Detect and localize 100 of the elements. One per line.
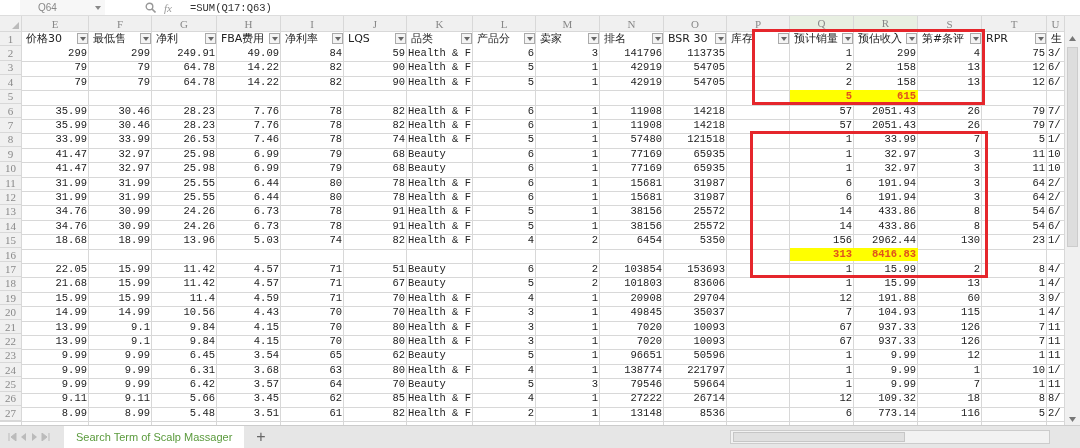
column-letter[interactable]: G <box>152 16 217 32</box>
table-cell-text: 4/ <box>1047 305 1062 320</box>
column-header: 排名 <box>604 32 626 47</box>
table-cell-text: 2/ <box>1047 190 1062 205</box>
column-header: 品类 <box>411 32 433 47</box>
caret-icon <box>654 36 661 41</box>
table-cell-text: 49845 <box>629 305 663 320</box>
row-number[interactable]: 1 <box>0 32 22 47</box>
column-letter[interactable]: I <box>281 16 344 32</box>
table-cell-text: 27222 <box>629 391 663 407</box>
filter-dropdown-button[interactable] <box>461 33 472 45</box>
column-header: RPR <box>986 32 1008 46</box>
vertical-scrollbar[interactable] <box>1065 16 1080 426</box>
table-cell-text: 1 <box>844 46 853 61</box>
table-cell-text: 49.09 <box>246 46 280 61</box>
filter-dropdown-button[interactable] <box>332 33 343 45</box>
table-cell-text: 26 <box>966 118 981 133</box>
row-number[interactable]: 2 <box>0 46 22 61</box>
sheet-tab[interactable]: Search Term of Scalp Massager <box>64 426 245 448</box>
table-cell-text: 1 <box>844 132 853 148</box>
scrollbar-thumb[interactable] <box>1067 47 1078 247</box>
row-number[interactable]: 15 <box>0 233 22 248</box>
row-number[interactable]: 4 <box>0 75 22 90</box>
column-letter[interactable]: F <box>89 16 152 32</box>
row-number[interactable]: 17 <box>0 262 22 277</box>
filter-dropdown-button[interactable] <box>1035 33 1046 45</box>
table-cell-text: 7/ <box>1047 118 1062 133</box>
arrow-down-icon[interactable] <box>1069 417 1076 422</box>
filter-dropdown-button[interactable] <box>205 33 216 45</box>
function-button[interactable]: fx <box>164 1 172 14</box>
table-cell-text: Beauty <box>407 348 447 363</box>
filter-dropdown-button[interactable] <box>140 33 151 45</box>
table-cell-text: 62 <box>391 348 406 363</box>
column-header: 第#条评 <box>922 32 965 47</box>
column-letter[interactable]: U <box>1047 16 1065 32</box>
filter-dropdown-button[interactable] <box>970 33 981 45</box>
formula-field[interactable]: =SUM(Q17:Q63) <box>189 1 272 14</box>
column-letter[interactable]: P <box>727 16 790 32</box>
filter-dropdown-button[interactable] <box>588 33 599 45</box>
search-icon[interactable] <box>145 2 156 13</box>
table-cell-text: 12 <box>838 291 853 306</box>
horizontal-scrollbar[interactable] <box>730 430 1050 444</box>
table-cell-text: 13.99 <box>54 334 88 349</box>
table-cell-text: 5 <box>1037 132 1046 148</box>
table-cell-text: 1/ <box>1047 233 1062 248</box>
column-letter[interactable]: H <box>217 16 281 32</box>
table-cell-text: 14218 <box>692 118 726 133</box>
table-cell-text: 2 <box>526 406 535 421</box>
filter-dropdown-button[interactable] <box>906 33 917 45</box>
column-letter[interactable]: E <box>22 16 89 32</box>
table-cell-text: 141796 <box>623 46 663 61</box>
table-cell-text: 15681 <box>629 175 663 191</box>
column-header: 净利 <box>156 32 178 47</box>
table-cell-text: 1 <box>590 60 599 76</box>
row-number[interactable]: 20 <box>0 305 22 320</box>
filter-dropdown-button[interactable] <box>395 33 406 45</box>
row-number[interactable]: 22 <box>0 334 22 349</box>
column-letter[interactable]: L <box>473 16 536 32</box>
row-number[interactable]: 14 <box>0 219 22 234</box>
filter-dropdown-button[interactable] <box>842 33 853 45</box>
table-cell-text: 15.99 <box>54 291 88 306</box>
column-letter[interactable]: K <box>407 16 473 32</box>
column-letter[interactable]: O <box>664 16 727 32</box>
table-cell-text: 191.88 <box>877 291 917 306</box>
table-cell-text: 1 <box>590 363 599 378</box>
table-cell-text: 77169 <box>629 161 663 176</box>
add-sheet-button[interactable]: + <box>252 428 270 446</box>
row-number[interactable]: 19 <box>0 291 22 306</box>
column-letter[interactable]: J <box>344 16 407 32</box>
arrow-up-icon[interactable] <box>1069 36 1076 41</box>
table-cell-text: 77169 <box>629 147 663 162</box>
table-cell-text: 1 <box>844 262 853 277</box>
row-number[interactable]: 12 <box>0 190 22 205</box>
table-cell-text: 91 <box>391 219 406 234</box>
filter-dropdown-button[interactable] <box>77 33 88 45</box>
column-letter[interactable]: M <box>536 16 600 32</box>
table-cell-text: 25.55 <box>182 190 216 205</box>
row-number[interactable]: 7 <box>0 118 22 133</box>
row-number[interactable]: 27 <box>0 406 22 421</box>
table-cell-text: 32.97 <box>117 147 151 162</box>
table-cell-text: 7 <box>972 132 981 148</box>
name-box[interactable]: Q64 <box>20 0 105 15</box>
row-number[interactable]: 9 <box>0 147 22 162</box>
filter-dropdown-button[interactable] <box>778 33 789 45</box>
table-cell-text: 84 <box>328 46 343 61</box>
table-cell-text: 15.99 <box>117 262 151 277</box>
filter-dropdown-button[interactable] <box>715 33 726 45</box>
filter-dropdown-button[interactable] <box>524 33 535 45</box>
column-letter[interactable]: N <box>600 16 664 32</box>
filter-dropdown-button[interactable] <box>269 33 280 45</box>
table-cell-text: 2 <box>590 262 599 277</box>
table-cell-text: 3 <box>972 161 981 176</box>
scrollbar-thumb[interactable] <box>733 432 905 442</box>
table-cell-text: 4.43 <box>252 305 280 320</box>
row-number[interactable]: 25 <box>0 377 22 392</box>
column-letter[interactable]: T <box>982 16 1047 32</box>
filter-dropdown-button[interactable] <box>652 33 663 45</box>
table-cell-text: 2962.44 <box>870 233 917 248</box>
table-cell-text: 65935 <box>692 147 726 162</box>
table-cell-text: 79546 <box>629 377 663 392</box>
